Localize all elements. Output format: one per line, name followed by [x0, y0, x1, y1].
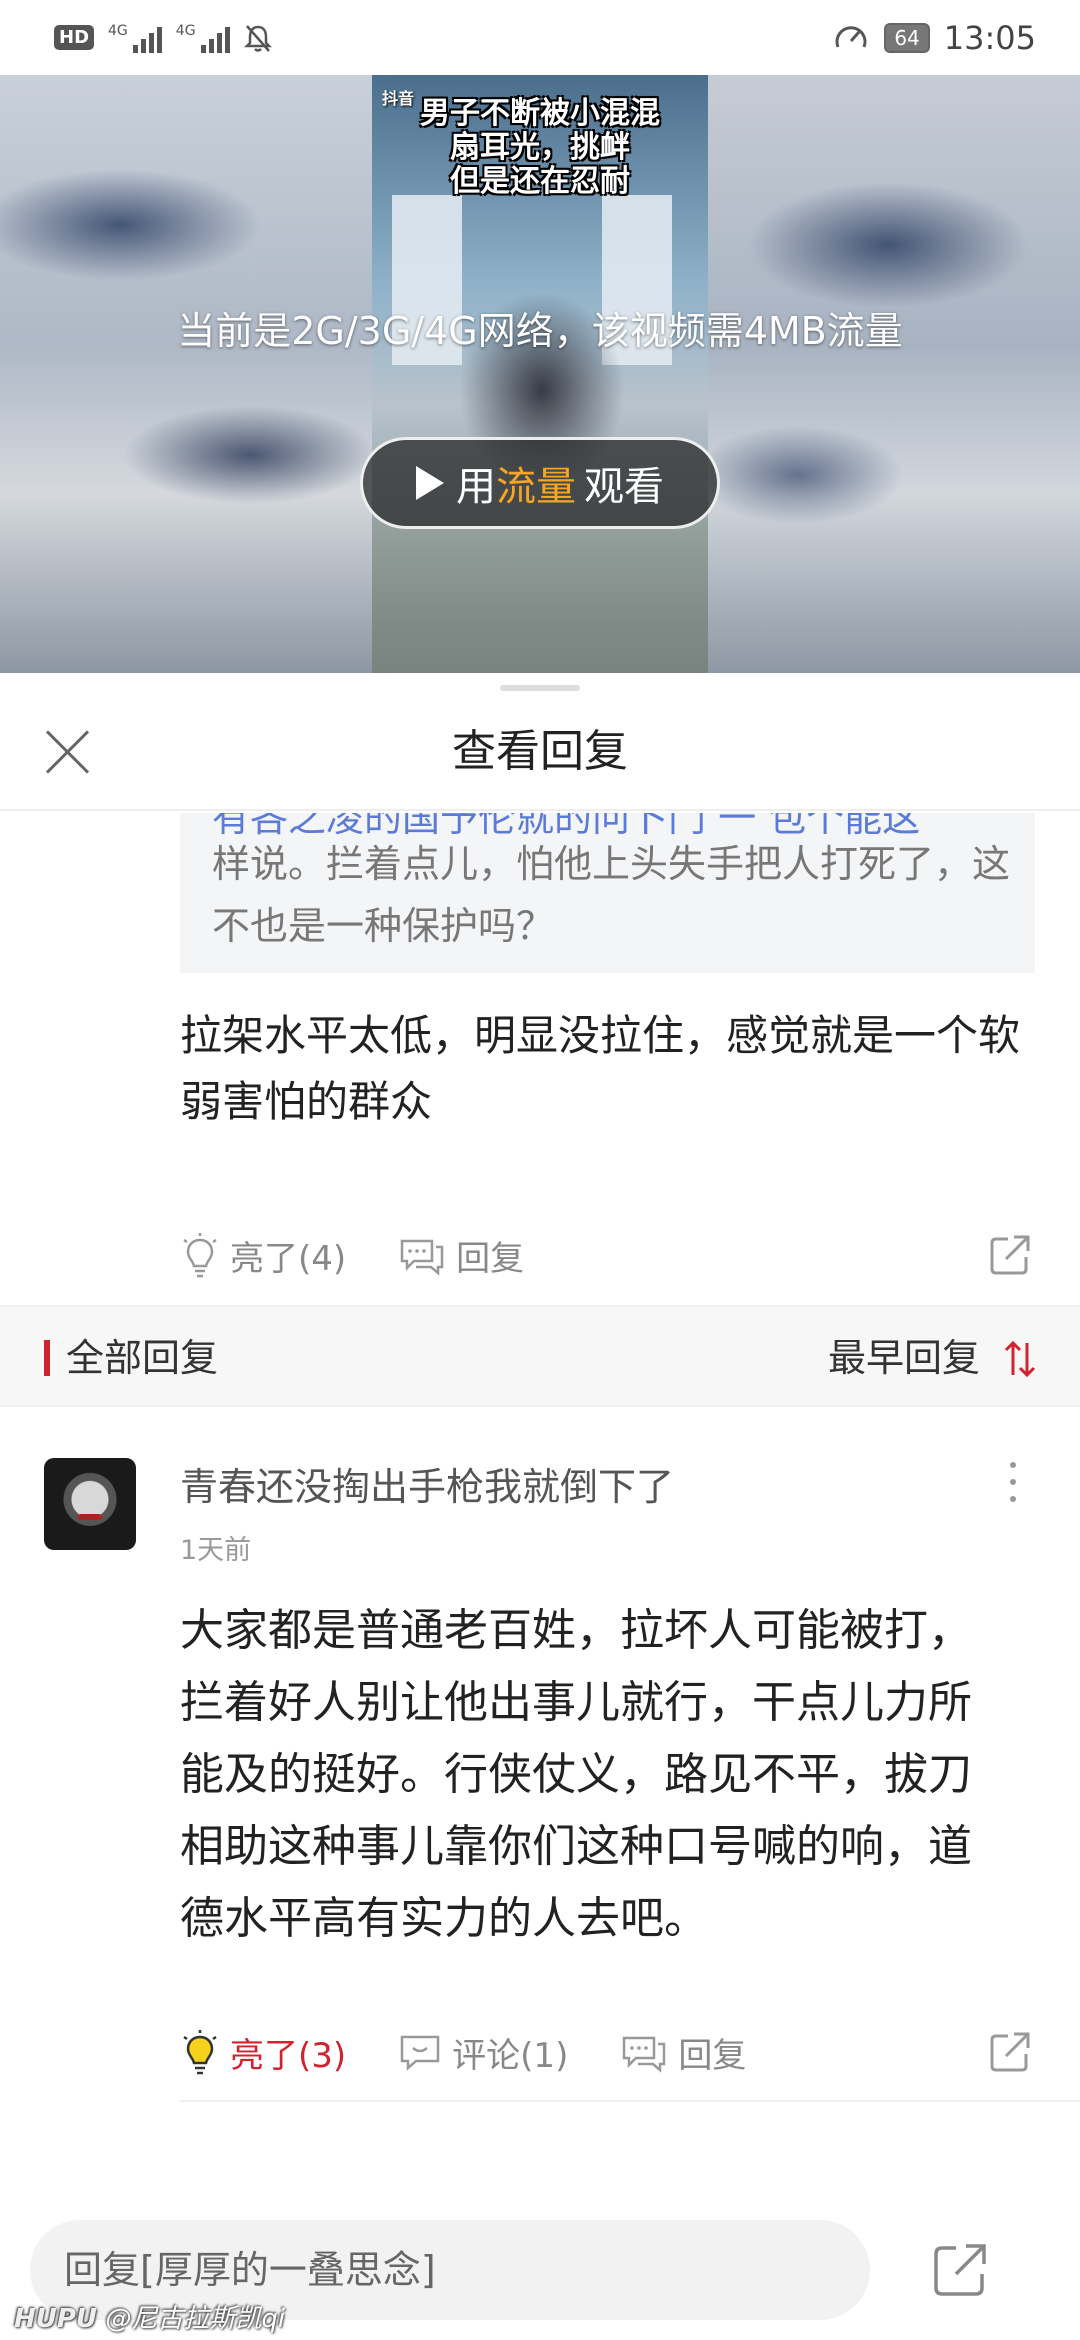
status-left: HD 4G 4G: [54, 23, 272, 53]
comment-text: 大家都是普通老百姓，拉坏人可能被打，拦着好人别让他出事儿就行，干点儿力所能及的挺…: [180, 1605, 972, 1944]
play-label-suffix: 观看: [584, 464, 664, 510]
status-bar: HD 4G 4G 64 13:05: [0, 0, 1080, 75]
comment-bubble-icon: [400, 2035, 440, 2071]
like-button[interactable]: 亮了(4): [180, 1231, 346, 1280]
mute-bell-icon: [243, 24, 272, 52]
watermark-brand: HUPU: [14, 2304, 98, 2334]
avatar[interactable]: [44, 1458, 136, 1550]
avatar-mouth: [78, 1514, 102, 1520]
video-player[interactable]: 抖音 男子不断被小混混 扇耳光，挑衅 但是还在忍耐 当前是2G/3G/4G网络，…: [0, 75, 1080, 673]
battery-indicator: 64: [884, 22, 930, 53]
share-icon[interactable]: [988, 2030, 1032, 2074]
more-options-icon[interactable]: [1010, 1462, 1020, 1502]
play-label-prefix: 用: [456, 464, 496, 510]
network-notice: 当前是2G/3G/4G网络，该视频需4MB流量: [177, 309, 903, 353]
network-type-label-2: 4G: [175, 22, 196, 39]
watermark: HUPU @尼古拉斯凯qi: [14, 2298, 285, 2335]
section-accent-mark: [44, 1340, 50, 1376]
status-right: 64 13:05: [832, 19, 1036, 57]
main-reply-actions: 亮了(4) 回复: [180, 1231, 576, 1280]
like-count-label: 亮了(3): [230, 2036, 347, 2076]
like-button[interactable]: 亮了(3): [180, 2028, 346, 2077]
main-reply-text: 拉架水平太低，明显没拉住，感觉就是一个软弱害怕的群众: [180, 1011, 1021, 1126]
reply-bubble-icon: [623, 2036, 666, 2073]
reply-label: 回复: [678, 2036, 747, 2076]
play-icon: [416, 466, 444, 500]
video-caption-line: 男子不断被小混混: [420, 96, 660, 131]
all-replies-label: 全部回复: [66, 1336, 219, 1380]
video-caption-line: 扇耳光，挑衅: [450, 130, 630, 165]
video-caption-line: 但是还在忍耐: [450, 164, 630, 199]
lightbulb-lit-icon: [183, 2029, 217, 2074]
speed-gauge-icon: [835, 25, 867, 48]
video-caption: 男子不断被小混混 扇耳光，挑衅 但是还在忍耐: [372, 97, 708, 199]
play-label-accent: 流量: [496, 464, 576, 510]
sort-arrows-icon[interactable]: [1000, 1339, 1040, 1379]
comment-timestamp: 1天前: [180, 1535, 252, 1566]
reply-button[interactable]: 回复: [620, 2028, 746, 2077]
lightbulb-icon: [183, 1232, 217, 1277]
reply-label: 回复: [456, 1239, 525, 1279]
share-external-icon[interactable]: [930, 2240, 990, 2300]
signal-icon: 4G: [108, 23, 162, 53]
clock: 13:05: [943, 18, 1036, 57]
sort-toggle[interactable]: 最早回复: [828, 1307, 980, 1409]
sheet-title: 查看回复: [452, 726, 628, 777]
video-floor: [372, 523, 708, 673]
reply-bubble-icon: [400, 1239, 444, 1276]
signal-icon-2: 4G: [176, 23, 230, 53]
quoted-reply: 有各之凌的国予伦就的问卜门 一 包个能这 样说。拦着点儿，怕他上头失手把人打死了…: [180, 813, 1035, 973]
comment-button[interactable]: 评论(1): [398, 2028, 568, 2077]
share-icon[interactable]: [988, 1233, 1032, 1277]
sheet-header: 查看回复: [0, 693, 1080, 811]
video-blur-left: [0, 75, 372, 673]
comment-divider: [180, 2100, 1080, 2102]
all-replies-bar: 全部回复 最早回复: [0, 1305, 1080, 1407]
drag-handle[interactable]: [500, 685, 580, 691]
comment-username[interactable]: 青春还没掏出手枪我就倒下了: [180, 1456, 674, 1511]
watermark-user: @尼古拉斯凯qi: [105, 2304, 286, 2334]
hd-indicator: HD: [54, 25, 95, 50]
comment-count-label: 评论(1): [452, 2036, 569, 2076]
comment-actions: 亮了(3) 评论(1) 回复: [180, 2028, 798, 2077]
quoted-reply-text: 样说。拦着点儿，怕他上头失手把人打死了，这不也是一种保护吗？: [212, 842, 1011, 948]
reply-button[interactable]: 回复: [398, 1231, 524, 1280]
play-with-data-button[interactable]: 用流量 观看: [360, 437, 720, 529]
video-blur-right: [708, 75, 1080, 673]
close-icon[interactable]: [38, 721, 96, 779]
network-type-label: 4G: [108, 22, 128, 39]
like-count-label: 亮了(4): [230, 1239, 347, 1279]
